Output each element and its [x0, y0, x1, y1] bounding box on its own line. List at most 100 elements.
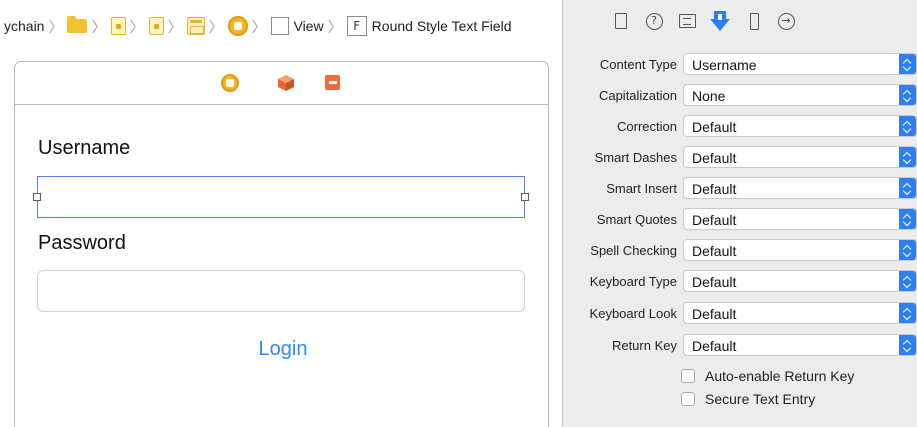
property-correction: Correction Default — [563, 115, 917, 139]
correction-select[interactable]: Default — [683, 115, 917, 137]
smart-dashes-select[interactable]: Default — [683, 146, 917, 168]
select-value: None — [692, 88, 726, 104]
chevron-updown-icon — [899, 303, 916, 323]
swift-file-icon[interactable] — [148, 17, 164, 35]
exit-icon[interactable] — [325, 75, 340, 90]
property-content-type: Content Type Username — [563, 53, 917, 77]
property-label: Spell Checking — [590, 243, 677, 258]
breadcrumb-separator-icon: 〉 — [91, 18, 107, 36]
select-value: Username — [692, 57, 757, 73]
chevron-updown-icon — [899, 147, 916, 167]
property-label: Correction — [617, 119, 677, 134]
select-value: Default — [692, 181, 737, 197]
breadcrumb-separator-icon: 〉 — [327, 18, 343, 36]
inspector-tab-bar: ? → — [563, 0, 917, 42]
content-type-select[interactable]: Username — [683, 53, 917, 75]
view-icon[interactable] — [270, 17, 289, 35]
view-controller-icon[interactable] — [227, 16, 248, 36]
breadcrumb-separator-icon: 〉 — [129, 18, 145, 36]
checkbox-box[interactable] — [681, 392, 695, 406]
property-keyboard-type: Keyboard Type Default — [563, 270, 917, 294]
checkbox-label: Secure Text Entry — [705, 391, 816, 407]
auto-enable-return-key-checkbox[interactable]: Auto-enable Return Key — [681, 366, 854, 386]
smart-quotes-select[interactable]: Default — [683, 208, 917, 230]
breadcrumb-item-text-field[interactable]: Round Style Text Field — [372, 18, 512, 34]
property-label: Capitalization — [598, 88, 677, 103]
breadcrumb-separator-icon: 〉 — [167, 18, 183, 36]
breadcrumb: ychain 〉 〉 〉 〉 〉 〉 View 〉 F Round Style … — [0, 0, 562, 52]
breadcrumb-separator-icon: 〉 — [251, 18, 267, 36]
swift-file-icon[interactable] — [110, 17, 126, 35]
breadcrumb-item-project[interactable]: ychain — [4, 18, 44, 34]
checkbox-label: Auto-enable Return Key — [705, 368, 855, 384]
size-inspector-tab[interactable] — [742, 9, 766, 33]
select-value: Default — [692, 338, 737, 354]
property-return-key: Return Key Default — [563, 334, 917, 358]
breadcrumb-separator-icon: 〉 — [48, 18, 64, 36]
property-label: Smart Dashes — [594, 150, 677, 165]
scene-dock — [15, 62, 548, 105]
select-value: Default — [692, 150, 737, 166]
breadcrumb-separator-icon: 〉 — [208, 18, 224, 36]
checkbox-box[interactable] — [681, 369, 695, 383]
chevron-updown-icon — [899, 54, 916, 74]
property-label: Content Type — [599, 57, 677, 72]
connections-icon: → — [777, 12, 795, 30]
text-field-icon[interactable]: F — [346, 16, 367, 36]
select-value: Default — [692, 274, 737, 290]
chevron-updown-icon — [899, 271, 916, 291]
username-field[interactable] — [37, 176, 525, 218]
property-label: Keyboard Type — [589, 274, 677, 289]
attributes-icon — [710, 11, 730, 31]
breadcrumb-item-view[interactable]: View — [294, 18, 324, 34]
spell-checking-select[interactable]: Default — [683, 239, 917, 261]
identity-icon — [678, 14, 696, 28]
property-label: Keyboard Look — [589, 306, 677, 321]
select-value: Default — [692, 306, 737, 322]
attributes-inspector-tab[interactable] — [708, 9, 732, 33]
property-smart-insert: Smart Insert Default — [563, 177, 917, 201]
storyboard-icon[interactable] — [186, 17, 205, 35]
property-label: Smart Insert — [606, 181, 677, 196]
chevron-updown-icon — [899, 335, 916, 355]
storyboard-canvas[interactable]: Username Password Login — [0, 52, 562, 427]
resize-handle-right[interactable] — [521, 193, 529, 201]
property-spell-checking: Spell Checking Default — [563, 239, 917, 263]
chevron-updown-icon — [899, 209, 916, 229]
file-inspector-tab[interactable] — [609, 9, 633, 33]
password-label: Password — [38, 232, 126, 254]
help-icon: ? — [645, 12, 663, 30]
identity-inspector-tab[interactable] — [675, 9, 699, 33]
property-label: Return Key — [611, 338, 677, 353]
property-label: Smart Quotes — [596, 212, 677, 227]
chevron-updown-icon — [899, 240, 916, 260]
property-smart-quotes: Smart Quotes Default — [563, 208, 917, 232]
chevron-updown-icon — [899, 85, 916, 105]
property-capitalization: Capitalization None — [563, 84, 917, 108]
capitalization-select[interactable]: None — [683, 84, 917, 106]
username-label: Username — [38, 137, 131, 159]
connections-inspector-tab[interactable]: → — [774, 9, 798, 33]
quick-help-tab[interactable]: ? — [642, 9, 666, 33]
select-value: Default — [692, 212, 737, 228]
file-icon — [615, 13, 627, 29]
smart-insert-select[interactable]: Default — [683, 177, 917, 199]
chevron-updown-icon — [899, 178, 916, 198]
view-controller-icon[interactable] — [221, 74, 239, 92]
view-controller-scene[interactable]: Username Password Login — [14, 61, 549, 427]
property-keyboard-look: Keyboard Look Default — [563, 302, 917, 326]
return-key-select[interactable]: Default — [683, 334, 917, 356]
property-smart-dashes: Smart Dashes Default — [563, 146, 917, 170]
chevron-updown-icon — [899, 116, 916, 136]
secure-text-entry-checkbox[interactable]: Secure Text Entry — [681, 389, 815, 409]
password-field[interactable] — [37, 270, 525, 312]
select-value: Default — [692, 119, 737, 135]
folder-icon[interactable] — [67, 16, 88, 33]
size-icon — [749, 12, 759, 30]
resize-handle-left[interactable] — [33, 193, 41, 201]
keyboard-type-select[interactable]: Default — [683, 270, 917, 292]
attributes-inspector: ? → Content Type Username Capitalization… — [563, 0, 917, 427]
keyboard-look-select[interactable]: Default — [683, 302, 917, 324]
login-button[interactable]: Login — [238, 336, 328, 362]
first-responder-icon[interactable] — [277, 74, 295, 92]
